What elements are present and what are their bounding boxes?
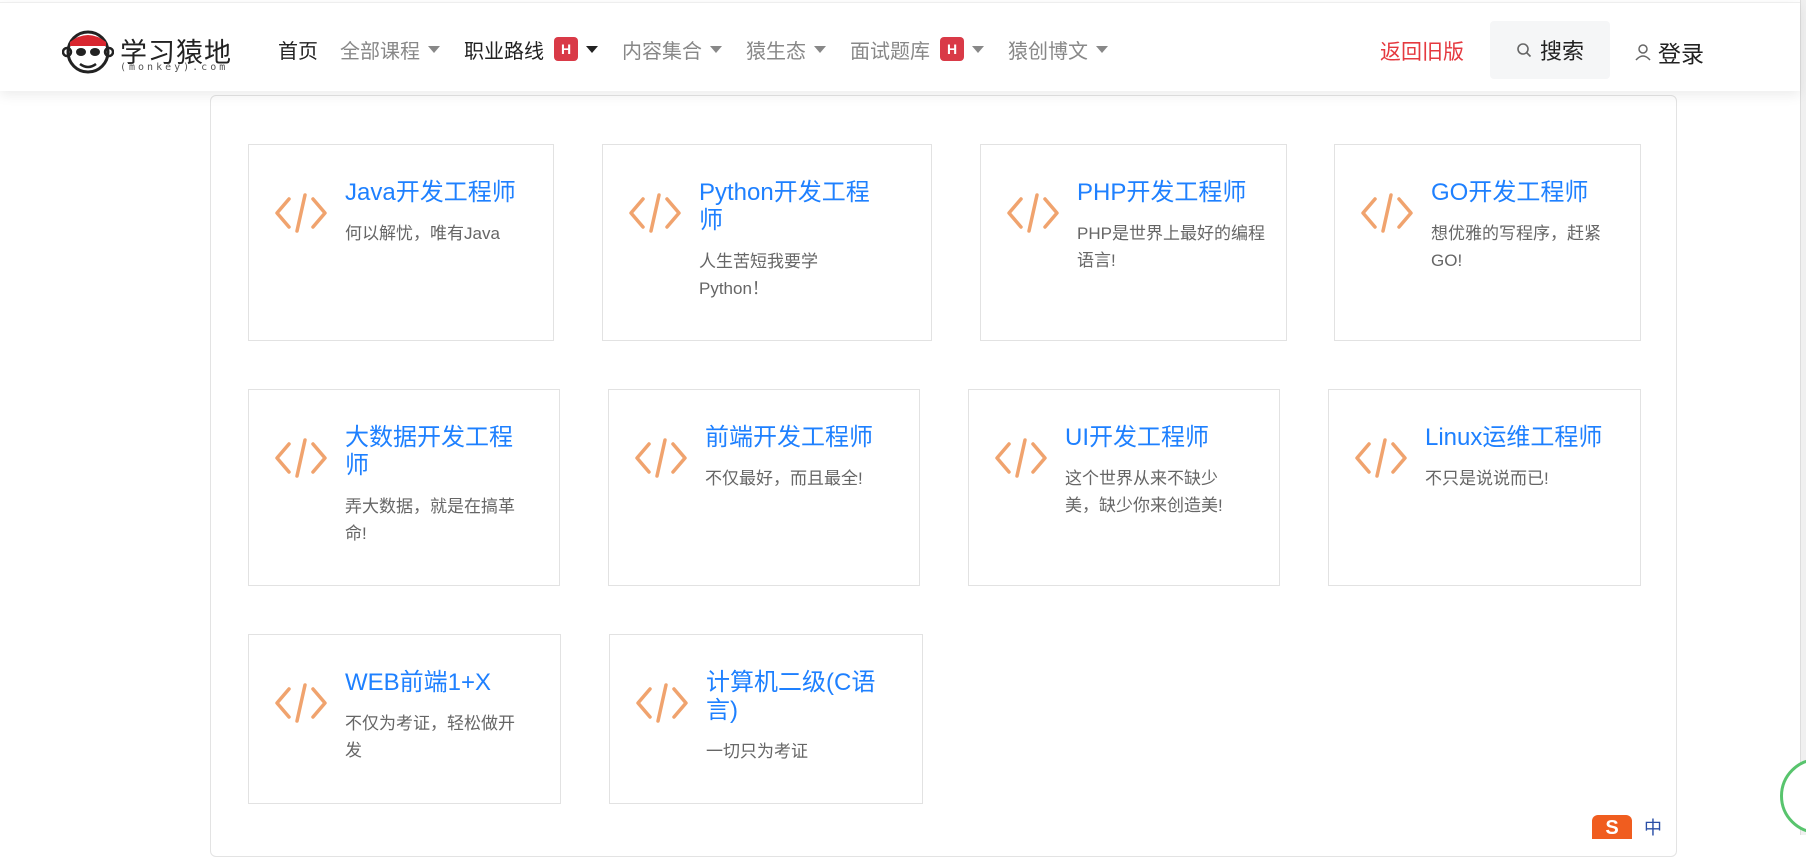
career-card-title: UI开发工程师	[1065, 424, 1209, 451]
site-header: 学习猿地 (monkey).com 首页 全部课程 职业路线 H 内容集合 猿生态 面试题库…	[0, 2, 1800, 91]
caret-down-icon	[586, 45, 598, 53]
career-card-desc: 想优雅的写程序，赶紧GO!	[1431, 224, 1601, 270]
career-card-title: GO开发工程师	[1431, 179, 1589, 206]
nav-item-label: 内容集合	[622, 40, 702, 63]
career-card-title: 大数据开发工程师	[345, 424, 513, 479]
career-card-desc: 人生苦短我要学Python！	[699, 252, 818, 298]
hot-badge: H	[554, 37, 578, 61]
main-nav: 首页 全部课程 职业路线 H 内容集合 猿生态 面试题库 H 猿创博文	[278, 33, 1132, 65]
career-card-title: Python开发工程师	[699, 179, 870, 234]
floating-widget[interactable]	[1780, 758, 1806, 834]
return-old-version-link[interactable]: 返回旧版	[1380, 36, 1464, 66]
career-card-title: Linux运维工程师	[1425, 424, 1603, 451]
code-icon	[995, 438, 1047, 478]
career-card-desc: PHP是世界上最好的编程语言!	[1077, 224, 1265, 270]
logo-subtext: (monkey).com	[120, 62, 229, 73]
career-card[interactable]: 计算机二级(C语言) 一切只为考证	[609, 634, 923, 804]
career-card-title: Java开发工程师	[345, 179, 516, 206]
caret-down-icon	[972, 45, 984, 53]
career-card-desc: 弄大数据，就是在搞革命!	[345, 497, 515, 543]
career-card-title: 计算机二级(C语言)	[706, 669, 876, 724]
nav-item[interactable]: 猿创博文	[1008, 33, 1108, 65]
career-card[interactable]: 前端开发工程师 不仅最好，而且最全!	[608, 389, 920, 586]
nav-item-label: 全部课程	[340, 40, 420, 63]
code-icon	[635, 438, 687, 478]
system-tray: S 中	[1592, 814, 1662, 840]
career-card-desc: 不只是说说而已!	[1425, 469, 1549, 488]
caret-down-icon	[814, 45, 826, 53]
career-card[interactable]: GO开发工程师 想优雅的写程序，赶紧GO!	[1334, 144, 1641, 341]
caret-down-icon	[710, 45, 722, 53]
career-card[interactable]: WEB前端1+X 不仅为考证，轻松做开发	[248, 634, 561, 804]
career-card[interactable]: Linux运维工程师 不只是说说而已!	[1328, 389, 1641, 586]
career-card-title: WEB前端1+X	[345, 669, 492, 696]
code-icon	[636, 683, 688, 723]
nav-item[interactable]: 全部课程	[340, 33, 440, 65]
nav-item-label: 猿生态	[746, 40, 806, 63]
hot-badge: H	[940, 37, 964, 61]
career-card-desc: 何以解忧，唯有Java	[345, 224, 500, 243]
career-card[interactable]: PHP开发工程师 PHP是世界上最好的编程语言!	[980, 144, 1287, 341]
career-card-desc: 不仅为考证，轻松做开发	[345, 714, 515, 760]
nav-item[interactable]: 职业路线 H	[464, 33, 598, 65]
career-card[interactable]: Java开发工程师 何以解忧，唯有Java	[248, 144, 554, 341]
career-card-desc: 不仅最好，而且最全!	[705, 469, 863, 488]
code-icon	[1361, 193, 1413, 233]
nav-item[interactable]: 面试题库 H	[850, 33, 984, 65]
login-label: 登录	[1658, 41, 1704, 67]
code-icon	[1355, 438, 1407, 478]
nav-item[interactable]: 猿生态	[746, 33, 826, 65]
nav-item-label: 面试题库	[850, 40, 930, 63]
nav-item-label: 猿创博文	[1008, 40, 1088, 63]
career-card-desc: 一切只为考证	[706, 742, 808, 761]
code-icon	[275, 193, 327, 233]
search-button[interactable]: 搜索	[1490, 21, 1610, 79]
nav-item-label: 首页	[278, 40, 318, 63]
caret-down-icon	[1096, 45, 1108, 53]
code-icon	[629, 193, 681, 233]
ime-language-indicator[interactable]: 中	[1644, 814, 1662, 840]
window-edge	[1800, 0, 1806, 835]
user-icon	[1635, 44, 1651, 61]
career-card[interactable]: Python开发工程师 人生苦短我要学Python！	[602, 144, 932, 341]
code-icon	[1007, 193, 1059, 233]
caret-down-icon	[428, 45, 440, 53]
search-icon	[1517, 43, 1532, 58]
site-logo[interactable]: 学习猿地 (monkey).com	[62, 24, 242, 76]
nav-item-label: 职业路线	[464, 40, 544, 63]
career-card[interactable]: UI开发工程师 这个世界从来不缺少美，缺少你来创造美!	[968, 389, 1280, 586]
career-card-title: 前端开发工程师	[705, 424, 873, 451]
monkey-logo-icon	[62, 30, 114, 74]
search-label: 搜索	[1539, 39, 1584, 64]
career-card-title: PHP开发工程师	[1077, 179, 1247, 206]
login-button[interactable]: 登录	[1634, 35, 1704, 69]
nav-item[interactable]: 内容集合	[622, 33, 722, 65]
career-path-panel: Java开发工程师 何以解忧，唯有Java Python开发工程师 人生苦短我要…	[210, 95, 1677, 857]
ime-logo-icon[interactable]: S	[1592, 815, 1632, 839]
code-icon	[275, 683, 327, 723]
career-card[interactable]: 大数据开发工程师 弄大数据，就是在搞革命!	[248, 389, 560, 586]
code-icon	[275, 438, 327, 478]
career-card-desc: 这个世界从来不缺少美，缺少你来创造美!	[1065, 469, 1223, 515]
nav-item[interactable]: 首页	[278, 33, 318, 65]
